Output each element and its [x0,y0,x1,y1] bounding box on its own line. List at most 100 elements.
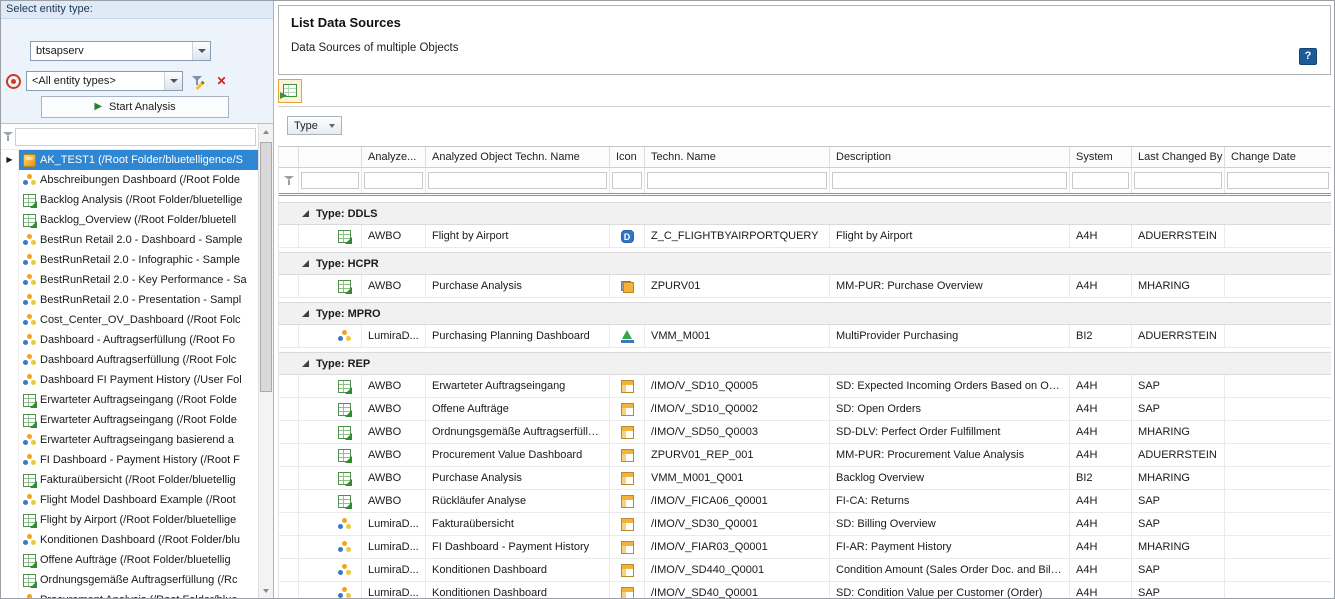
column-header-change-date[interactable]: Change Date [1225,147,1331,167]
edit-filter-button[interactable] [188,72,207,91]
group-row[interactable]: Type: HCPR [279,252,1331,275]
scrollbar-track[interactable] [259,139,273,583]
cell-icon [610,559,645,581]
help-button[interactable]: ? [1299,48,1317,65]
entity-item-content: Procurement Analysis (/Root Folder/blue [19,590,258,598]
entity-list-item[interactable]: Fakturaübersicht (/Root Folder/bluetelli… [1,470,258,490]
entity-filter-input[interactable] [15,128,256,146]
entity-list-item[interactable]: FI Dashboard - Payment History (/Root F [1,450,258,470]
workbook-icon [23,214,36,227]
cell-analyzer: AWBO [362,444,426,466]
entity-list-item[interactable]: Dashboard FI Payment History (/User Fol [1,370,258,390]
group-by-type-button[interactable]: Type [287,116,342,135]
entity-list-item[interactable]: Ordnungsgemäße Auftragserfüllung (/Rc [1,570,258,590]
column-header-system[interactable]: System [1070,147,1132,167]
data-source-row[interactable]: AWBOErwarteter Auftragseingang/IMO/V_SD1… [279,375,1331,398]
group-row[interactable]: Type: DDLS [279,202,1331,225]
column-header-techn-name[interactable]: Techn. Name [645,147,830,167]
column-filter-input-last-changed-by[interactable] [1134,172,1222,189]
entity-type-dropdown[interactable]: <All entity types> [26,71,183,91]
analysis-scope-icon [6,74,21,89]
column-filter-input-analyzed-object-techn-name[interactable] [428,172,607,189]
column-header-analyzed-object-techn-name[interactable]: Analyzed Object Techn. Name [426,147,610,167]
entity-list-item[interactable]: Backlog_Overview (/Root Folder/bluetell [1,210,258,230]
column-filter-input-techn-name[interactable] [647,172,827,189]
scroll-down-button[interactable] [259,583,273,598]
column-filter-input-icon[interactable] [612,172,642,189]
entity-list-item[interactable]: Erwarteter Auftragseingang (/Root Folde [1,390,258,410]
entity-list-item[interactable]: Erwarteter Auftragseingang (/Root Folde [1,410,258,430]
entity-list-item[interactable]: Offene Aufträge (/Root Folder/bluetellig [1,550,258,570]
row-indicator [1,370,19,390]
entity-list-item[interactable]: Flight Model Dashboard Example (/Root [1,490,258,510]
column-filter-input-analyzer[interactable] [364,172,423,189]
entity-list-item[interactable]: BestRun Retail 2.0 - Dashboard - Sample [1,230,258,250]
column-header-analyzer[interactable]: Analyze... [362,147,426,167]
clear-filter-button[interactable]: ✕ [212,72,231,91]
group-row[interactable]: Type: REP [279,352,1331,375]
entity-list-item[interactable]: Erwarteter Auftragseingang basierend a [1,430,258,450]
entity-label: AK_TEST1 (/Root Folder/bluetelligence/S [40,154,243,166]
expand-collapse-icon[interactable] [302,210,309,217]
data-source-row[interactable]: AWBOOffene Aufträge/IMO/V_SD10_Q0002SD: … [279,398,1331,421]
entity-list-item[interactable]: Cost_Center_OV_Dashboard (/Root Folc [1,310,258,330]
cell-techn-name: /IMO/V_SD50_Q0003 [645,421,830,443]
data-source-row[interactable]: AWBORückläufer Analyse/IMO/V_FICA06_Q000… [279,490,1331,513]
data-source-row[interactable]: AWBOFlight by AirportZ_C_FLIGHTBYAIRPORT… [279,225,1331,248]
cell-techn-name: /IMO/V_FIAR03_Q0001 [645,536,830,558]
entity-type-dropdown-button[interactable] [164,72,182,90]
scroll-up-button[interactable] [259,124,273,139]
data-source-row[interactable]: AWBOProcurement Value DashboardZPURV01_R… [279,444,1331,467]
column-header-icon[interactable]: Icon [610,147,645,167]
column-filter-input-description[interactable] [832,172,1067,189]
entity-list-item[interactable]: Procurement Analysis (/Root Folder/blue [1,590,258,598]
entity-list-item[interactable]: Abschreibungen Dashboard (/Root Folde [1,170,258,190]
entity-list-item[interactable]: BestRunRetail 2.0 - Key Performance - Sa [1,270,258,290]
lumira-icon [23,334,36,347]
cell-techn-name: VMM_M001_Q001 [645,467,830,489]
column-header-analyzer-icon [299,147,362,167]
column-filter-input-system[interactable] [1072,172,1129,189]
cell-icon [610,490,645,512]
entity-list-item[interactable]: Konditionen Dashboard (/Root Folder/blu [1,530,258,550]
entity-item-content: BestRunRetail 2.0 - Key Performance - Sa [19,270,258,290]
column-filter-input-analyzer-icon[interactable] [301,172,359,189]
data-source-row[interactable]: LumiraD...Purchasing Planning DashboardV… [279,325,1331,348]
column-header-description[interactable]: Description [830,147,1070,167]
server-dropdown[interactable]: btsapserv [30,41,211,61]
entity-list-item[interactable]: Flight by Airport (/Root Folder/bluetell… [1,510,258,530]
data-source-row[interactable]: AWBOPurchase AnalysisVMM_M001_Q001Backlo… [279,467,1331,490]
cell-analyzer: LumiraD... [362,513,426,535]
expand-collapse-icon[interactable] [302,260,309,267]
data-source-row[interactable]: LumiraD...Konditionen Dashboard/IMO/V_SD… [279,582,1331,598]
cell-icon [610,444,645,466]
lumira-icon [338,587,351,599]
lumira-icon [338,564,351,577]
entity-list-item[interactable]: ▶AK_TEST1 (/Root Folder/bluetelligence/S [1,150,258,170]
entity-list-item[interactable]: Dashboard - Auftragserfüllung (/Root Fo [1,330,258,350]
entity-item-content: Offene Aufträge (/Root Folder/bluetellig [19,550,258,570]
server-dropdown-button[interactable] [192,42,210,60]
data-source-row[interactable]: LumiraD...Fakturaübersicht/IMO/V_SD30_Q0… [279,513,1331,536]
cell-analyzer: LumiraD... [362,536,426,558]
column-header-last-changed-by[interactable]: Last Changed By [1132,147,1225,167]
export-to-excel-button[interactable] [278,79,302,103]
expand-collapse-icon[interactable] [302,310,309,317]
data-source-row[interactable]: LumiraD...FI Dashboard - Payment History… [279,536,1331,559]
vertical-scrollbar[interactable] [258,124,273,598]
scrollbar-thumb[interactable] [260,142,272,392]
data-source-row[interactable]: AWBOOrdnungsgemäße Auftragserfüllung/IMO… [279,421,1331,444]
entity-list-item[interactable]: Backlog Analysis (/Root Folder/bluetelli… [1,190,258,210]
entity-list-item[interactable]: Dashboard Auftragserfüllung (/Root Folc [1,350,258,370]
data-source-row[interactable]: AWBOPurchase AnalysisZPURV01MM-PUR: Purc… [279,275,1331,298]
data-source-row[interactable]: LumiraD...Konditionen Dashboard/IMO/V_SD… [279,559,1331,582]
column-filter-input-change-date[interactable] [1227,172,1329,189]
group-row[interactable]: Type: MPRO [279,302,1331,325]
entity-list-item[interactable]: BestRunRetail 2.0 - Infographic - Sample [1,250,258,270]
start-analysis-button[interactable]: ▶ Start Analysis [41,96,229,118]
entity-list-item[interactable]: BestRunRetail 2.0 - Presentation - Sampl [1,290,258,310]
entity-list-container: ▶AK_TEST1 (/Root Folder/bluetelligence/S… [1,123,273,598]
lumira-icon [23,314,36,327]
expand-collapse-icon[interactable] [302,360,309,367]
workbook-icon [23,474,36,487]
